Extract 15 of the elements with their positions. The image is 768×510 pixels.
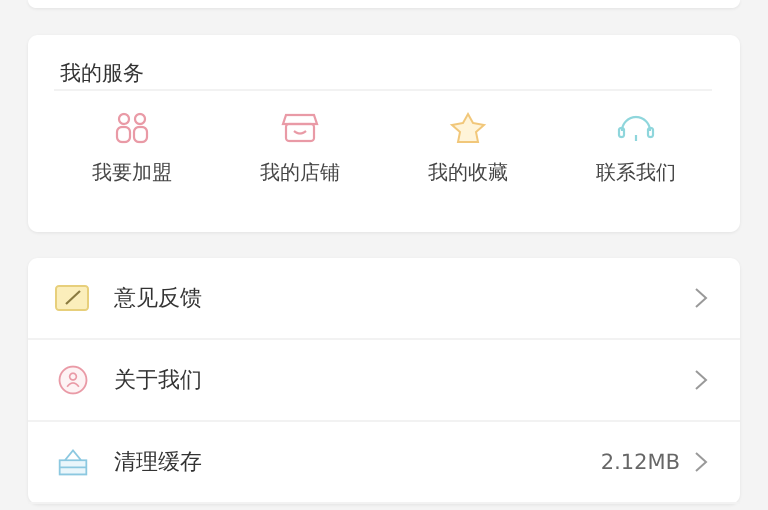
service-item[interactable]: 我的收藏 bbox=[384, 111, 552, 186]
cache-size: 2.12MB bbox=[600, 450, 680, 474]
edit-icon bbox=[54, 282, 92, 314]
star-icon bbox=[448, 111, 488, 145]
chevron-icon[interactable] bbox=[694, 451, 708, 473]
menu-item-label[interactable]: 清理缓存 bbox=[114, 447, 601, 477]
service-item[interactable]: 联系我们 bbox=[552, 111, 720, 186]
service-item[interactable]: 我要加盟 bbox=[48, 111, 216, 186]
chevron-icon[interactable] bbox=[694, 369, 708, 391]
menu-item-label[interactable]: 意见反馈 bbox=[114, 283, 694, 313]
section-title: 我的服务 bbox=[59, 60, 145, 87]
chevron-icon[interactable] bbox=[694, 287, 708, 309]
shop-icon bbox=[280, 111, 320, 145]
service-item[interactable]: 我的店铺 bbox=[216, 111, 384, 186]
menu-item-label[interactable]: 关于我们 bbox=[114, 365, 694, 395]
